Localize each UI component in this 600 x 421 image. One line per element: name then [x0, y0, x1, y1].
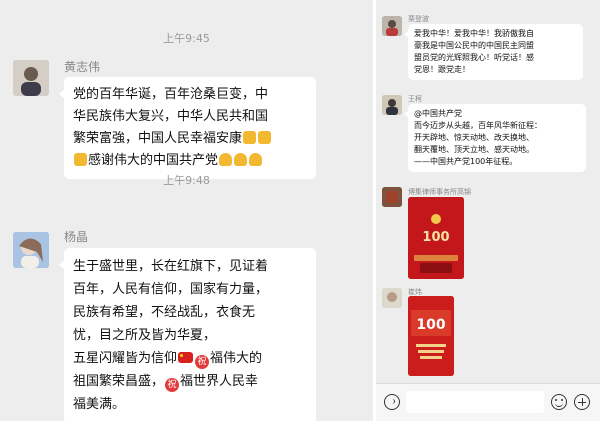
avatar[interactable]	[382, 288, 402, 308]
message-line: 爱我中华！爱我中华！我骄傲我自	[414, 29, 534, 38]
message-bubble[interactable]: 党的百年华诞，百年沧桑巨变，中 华民族伟大复兴，中华人民共和国 繁荣富強，中国人…	[59, 77, 316, 179]
thumbs-up-icon	[258, 131, 272, 144]
zhu-blessing-icon: 祝	[195, 355, 210, 369]
message-line: 党恩！跟党走！	[414, 65, 470, 74]
thumbs-up-icon	[243, 131, 257, 144]
party-anniversary-poster[interactable]: 100	[408, 296, 454, 376]
image-label: 100	[422, 230, 449, 245]
zhu-blessing-icon: 祝	[165, 378, 180, 392]
message-line-with-emoji: 繁荣富強，中国人民幸福安康	[73, 128, 307, 150]
message-input[interactable]	[406, 391, 544, 413]
thumbs-up-icon	[74, 153, 87, 166]
message-bubble[interactable]: @中国共产党 而今迈步从头越，百年风华新征程： 开天辟地、惊天动地、改天换地、 …	[404, 104, 586, 172]
sender-name: 王柯	[408, 95, 422, 103]
message-line: 百年，人民有信仰，国家有力量，	[73, 282, 269, 297]
sender-name: 栗登波	[408, 15, 429, 23]
emoji-icon[interactable]	[551, 394, 567, 410]
message-line: 感谢伟大的中国共产党	[88, 153, 219, 168]
message-line-with-emoji: 五星闪耀皆为信仰 祝福伟大的	[73, 347, 307, 370]
message-line: 生于盛世里，长在红旗下，见证着	[73, 259, 269, 274]
voice-icon[interactable]	[384, 394, 400, 410]
sender-name: 杨晶	[64, 230, 89, 244]
message-line: 而今迈步从头越，百年风华新征程：	[414, 121, 542, 130]
message-line: ——中国共产党100年征程。	[414, 157, 518, 166]
chat-input-bar	[376, 383, 600, 421]
plus-icon[interactable]	[574, 394, 590, 410]
avatar[interactable]	[382, 16, 402, 36]
message-line: 华民族伟大复兴，中华人民共和国	[73, 109, 269, 124]
message-line: 祖国繁荣昌盛，	[73, 374, 165, 389]
praying-hands-icon	[249, 153, 263, 166]
china-flag-icon	[178, 352, 194, 363]
avatar[interactable]	[382, 95, 402, 115]
timestamp: 上午9:45	[163, 32, 210, 45]
avatar[interactable]	[13, 60, 49, 96]
message-bubble[interactable]: 爱我中华！爱我中华！我骄傲我自 豪我是中国公民中的中国民主同盟 盟员党的光辉照我…	[404, 24, 583, 80]
message-line: 福伟大的	[210, 351, 263, 366]
message-line: 豪我是中国公民中的中国民主同盟	[414, 41, 534, 50]
message-line-with-emoji: 祖国繁荣昌盛，祝福世界人民幸	[73, 370, 307, 393]
sender-name: 博集律师事务所高锦	[408, 188, 471, 196]
party-anniversary-image[interactable]: 100	[408, 197, 464, 279]
avatar[interactable]	[382, 187, 402, 207]
message-line: 党的百年华诞，百年沧桑巨变，中	[73, 87, 269, 102]
image-label: 100	[416, 317, 445, 333]
message-line: 盟员党的光辉照我心！听党话！感	[414, 53, 534, 62]
timestamp: 上午9:48	[163, 174, 210, 187]
message-line: 民族有希望，不经战乱，衣食无	[73, 305, 256, 320]
left-chat-panel: 上午9:45 黄志伟 党的百年华诞，百年沧桑巨变，中 华民族伟大复兴，中华人民共…	[0, 0, 373, 421]
message-line: 翻天覆地、顶天立地、感天动地。	[414, 145, 534, 154]
sender-name: 黄志伟	[64, 60, 101, 74]
praying-hands-icon	[234, 153, 248, 166]
message-line: @中国共产党	[414, 109, 462, 118]
message-line: 福美满。	[73, 397, 126, 412]
right-chat-panel: 栗登波 爱我中华！爱我中华！我骄傲我自 豪我是中国公民中的中国民主同盟 盟员党的…	[376, 0, 600, 421]
message-bubble[interactable]: 生于盛世里，长在红旗下，见证着 百年，人民有信仰，国家有力量， 民族有希望，不经…	[59, 248, 316, 421]
praying-hands-icon	[219, 153, 233, 166]
message-line: 五星闪耀皆为信仰	[73, 351, 178, 366]
message-line: 忧，目之所及皆为华夏，	[73, 328, 217, 343]
avatar[interactable]	[13, 232, 49, 268]
message-line-with-emoji: 感谢伟大的中国共产党	[73, 150, 307, 172]
message-line: 繁荣富強，中国人民幸福安康	[73, 131, 243, 146]
message-line: 开天辟地、惊天动地、改天换地、	[414, 133, 534, 142]
message-line: 福世界人民幸	[180, 374, 259, 389]
